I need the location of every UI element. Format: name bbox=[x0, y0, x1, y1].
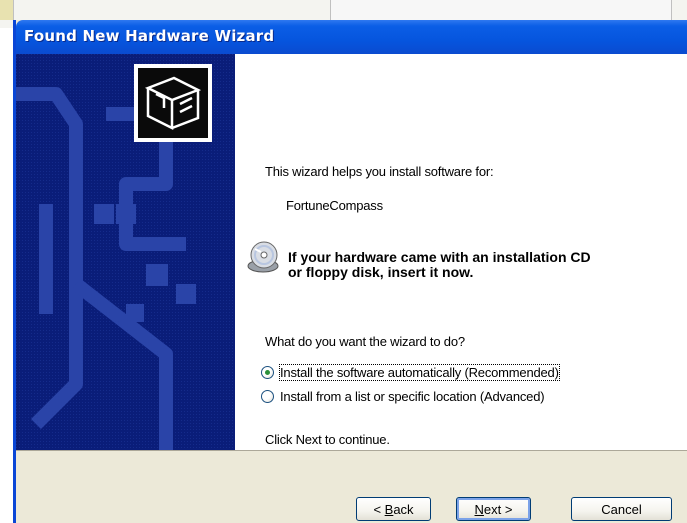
title-bar[interactable]: Found New Hardware Wizard bbox=[16, 20, 687, 54]
option-label-automatic: Install the software automatically (Reco… bbox=[279, 363, 560, 381]
back-button-accesskey: B bbox=[384, 501, 394, 517]
next-button-label: ext > bbox=[483, 501, 513, 517]
wizard-window: Found New Hardware Wizard This wizard he… bbox=[13, 20, 687, 523]
background-window-edge bbox=[0, 0, 14, 20]
radio-install-automatically[interactable] bbox=[261, 365, 274, 379]
cd-instruction-line-2: or floppy disk, insert it now. bbox=[288, 264, 474, 280]
question-text: What do you want the wizard to do? bbox=[265, 334, 465, 349]
next-button[interactable]: Next > bbox=[456, 497, 531, 521]
cd-instruction: If your hardware came with an installati… bbox=[288, 250, 591, 280]
window-title: Found New Hardware Wizard bbox=[24, 27, 275, 45]
back-button-label: ack bbox=[393, 501, 414, 517]
option-install-automatically[interactable]: Install the software automatically (Reco… bbox=[261, 363, 560, 381]
background-window-strip bbox=[330, 0, 672, 20]
device-name: FortuneCompass bbox=[286, 198, 383, 213]
wizard-content: This wizard helps you install software f… bbox=[134, 54, 687, 450]
back-button[interactable]: < Back bbox=[356, 497, 431, 521]
back-button-prefix: < bbox=[373, 501, 385, 517]
button-bar: < Back Next > Cancel bbox=[16, 450, 687, 523]
cd-disc-icon bbox=[247, 241, 279, 273]
next-button-accesskey: N bbox=[474, 501, 484, 517]
hardware-box-icon bbox=[134, 64, 212, 142]
intro-text: This wizard helps you install software f… bbox=[265, 164, 494, 179]
cancel-button[interactable]: Cancel bbox=[571, 497, 672, 521]
option-install-from-list[interactable]: Install from a list or specific location… bbox=[261, 387, 545, 405]
radio-install-from-list[interactable] bbox=[261, 389, 274, 403]
cd-instruction-line-1: If your hardware came with an installati… bbox=[288, 249, 591, 265]
option-label-list: Install from a list or specific location… bbox=[280, 388, 545, 404]
footer-text: Click Next to continue. bbox=[265, 432, 390, 447]
